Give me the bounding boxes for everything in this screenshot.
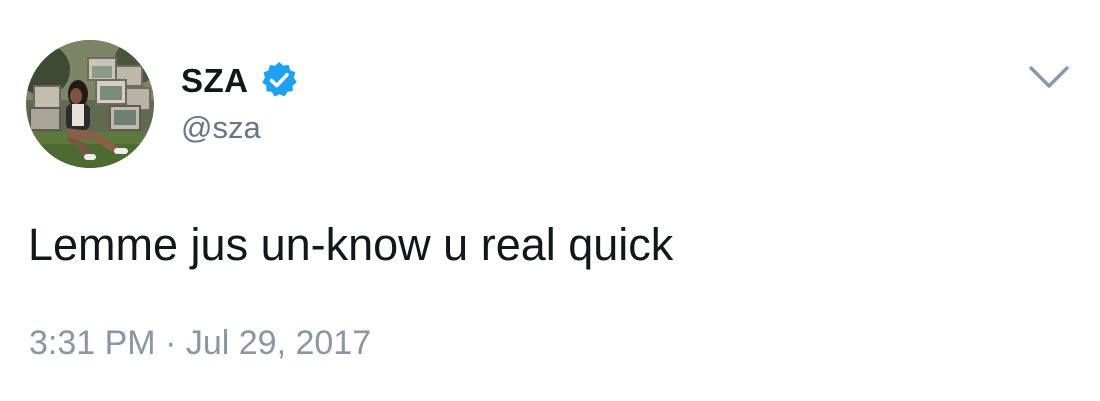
tweet-card: SZA @sza Lemme jus un-know u real quick … bbox=[0, 0, 1100, 401]
avatar[interactable] bbox=[26, 40, 154, 168]
author-handle[interactable]: @sza bbox=[181, 112, 261, 143]
author-name-row[interactable]: SZA bbox=[181, 58, 299, 102]
tweet-date[interactable]: Jul 29, 2017 bbox=[186, 324, 371, 362]
timestamp-separator: · bbox=[165, 324, 177, 362]
tweet-time[interactable]: 3:31 PM bbox=[29, 324, 156, 362]
tweet-timestamp[interactable]: 3:31 PM · Jul 29, 2017 bbox=[29, 326, 371, 360]
chevron-down-icon[interactable] bbox=[1026, 60, 1072, 94]
avatar-image bbox=[26, 40, 154, 168]
tweet-text: Lemme jus un-know u real quick bbox=[28, 219, 674, 270]
display-name[interactable]: SZA bbox=[181, 64, 249, 97]
verified-badge-icon bbox=[259, 60, 299, 100]
